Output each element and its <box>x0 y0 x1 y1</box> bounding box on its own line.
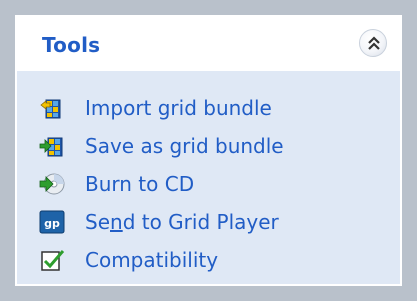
panel-title: Tools <box>42 33 101 57</box>
label-mnemonic: n <box>110 210 123 234</box>
task-compatibility[interactable]: Compatibility <box>39 241 284 279</box>
burn-cd-icon <box>39 171 65 197</box>
label-part: Se <box>85 210 110 234</box>
import-bundle-icon <box>39 95 65 121</box>
task-label: Send to Grid Player <box>85 210 279 234</box>
grid-player-icon: gp <box>39 209 65 235</box>
task-list: Import grid bundle Save as grid bundle B… <box>39 89 284 279</box>
tools-panel: Tools Import grid bundle Save as grid bu… <box>15 15 402 286</box>
task-label: Burn to CD <box>85 172 195 196</box>
compatibility-check-icon <box>39 247 65 273</box>
collapse-button[interactable] <box>359 29 387 57</box>
task-label: Compatibility <box>85 248 219 272</box>
label-part: d to Grid Player <box>122 210 279 234</box>
task-burn-to-cd[interactable]: Burn to CD <box>39 165 284 203</box>
chevrons-up-icon <box>368 36 380 50</box>
save-bundle-icon <box>39 133 65 159</box>
task-label: Import grid bundle <box>85 96 272 120</box>
task-send-to-grid-player[interactable]: gp Send to Grid Player <box>39 203 284 241</box>
grid-player-icon-text: gp <box>44 217 60 230</box>
tools-panel-header[interactable]: Tools <box>17 17 400 71</box>
task-import-grid-bundle[interactable]: Import grid bundle <box>39 89 284 127</box>
task-label: Save as grid bundle <box>85 134 284 158</box>
task-save-as-grid-bundle[interactable]: Save as grid bundle <box>39 127 284 165</box>
